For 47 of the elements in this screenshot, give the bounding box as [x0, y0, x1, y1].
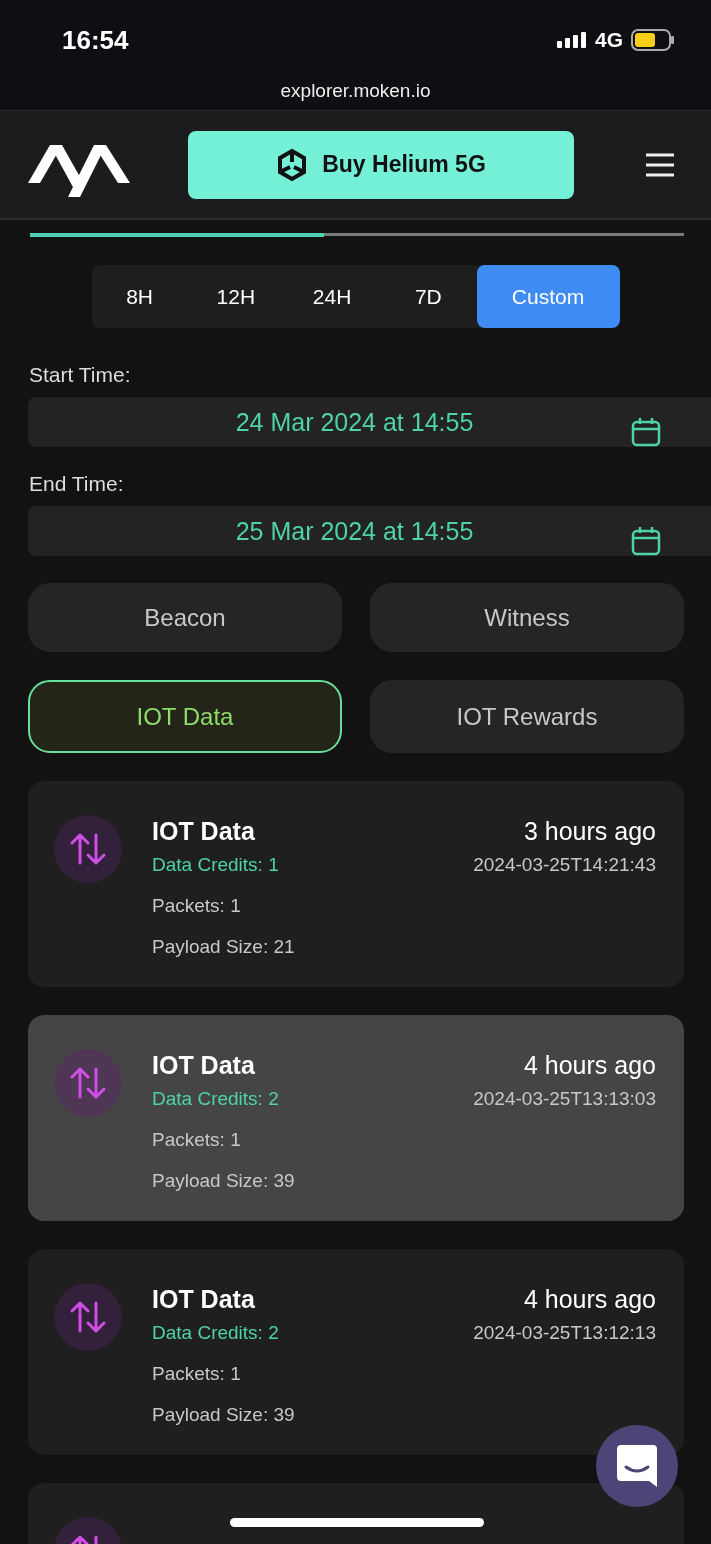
period-tab[interactable]: 12H [187, 265, 284, 328]
payload-size: Payload Size: 21 [152, 936, 296, 958]
end-time-label: End Time: [29, 472, 125, 496]
event-title: IOT Data [152, 1051, 256, 1080]
event-card[interactable]: IOT Data Data Credits: 2 Packets: 1 Payload Size: 39 4 hours ago 2024-03-25T13:13:03 [28, 1015, 684, 1221]
chat-icon [617, 1445, 657, 1487]
date-field[interactable]: 24 Mar 2024 at 14:55 [28, 397, 711, 447]
buy-button[interactable]: Buy Helium 5G [188, 130, 574, 199]
event-title: IOT Data [152, 1285, 256, 1314]
period-tab[interactable]: 7D [380, 265, 477, 328]
event-title: IOT Data [152, 817, 256, 846]
timestamp: 2024-03-25T14:21:43 [473, 854, 656, 876]
relative-time: 4 hours ago [523, 1285, 656, 1314]
hexagon-logo-icon [276, 147, 309, 182]
relative-time: 4 hours ago [523, 1051, 656, 1080]
data-credits: Data Credits: 2 [152, 1322, 280, 1344]
address-url[interactable]: explorer.moken.io [280, 80, 431, 102]
event-card[interactable]: IOT Data Data Credits: 2 Packets: 1 Payload Size: 39 4 hours ago 2024-03-25T13:12:13 [28, 1249, 684, 1455]
event-card[interactable]: IOT Data Data Credits: 1 Packets: 1 Payload Size: 21 3 hours ago 2024-03-25T14:21:43 [28, 781, 684, 987]
packets-count: Packets: 1 [152, 1363, 242, 1385]
filter-button[interactable]: IOT Data [28, 680, 342, 753]
timestamp: 2024-03-25T13:13:03 [473, 1088, 656, 1110]
battery-icon [631, 29, 675, 51]
timestamp: 2024-03-25T13:12:13 [473, 1322, 656, 1344]
payload-size: Payload Size: 39 [152, 1170, 296, 1192]
transfer-arrows-icon [54, 815, 122, 883]
calendar-icon[interactable] [631, 526, 661, 556]
payload-size: Payload Size: 39 [152, 1404, 296, 1426]
data-credits: Data Credits: 2 [152, 1088, 280, 1110]
packets-count: Packets: 1 [152, 1129, 242, 1151]
filter-button[interactable]: Witness [370, 583, 684, 652]
relative-time: 3 hours ago [523, 817, 656, 846]
menu-button[interactable] [645, 152, 675, 177]
filter-button[interactable]: Beacon [28, 583, 342, 652]
filter-button[interactable]: IOT Rewards [370, 680, 684, 753]
status-time: 16:54 [62, 24, 129, 56]
packets-count: Packets: 1 [152, 895, 242, 917]
start-time-label: Start Time: [29, 363, 132, 387]
transfer-arrows-icon [54, 1283, 122, 1351]
data-credits: Data Credits: 1 [152, 854, 280, 876]
network-label: 4G [595, 28, 623, 52]
signal-icon [557, 32, 587, 48]
period-tab[interactable]: 8H [91, 265, 188, 328]
period-tab[interactable]: 24H [284, 265, 381, 328]
transfer-arrows-icon [54, 1049, 122, 1117]
calendar-icon[interactable] [631, 417, 661, 447]
date-field[interactable]: 25 Mar 2024 at 14:55 [28, 506, 711, 556]
